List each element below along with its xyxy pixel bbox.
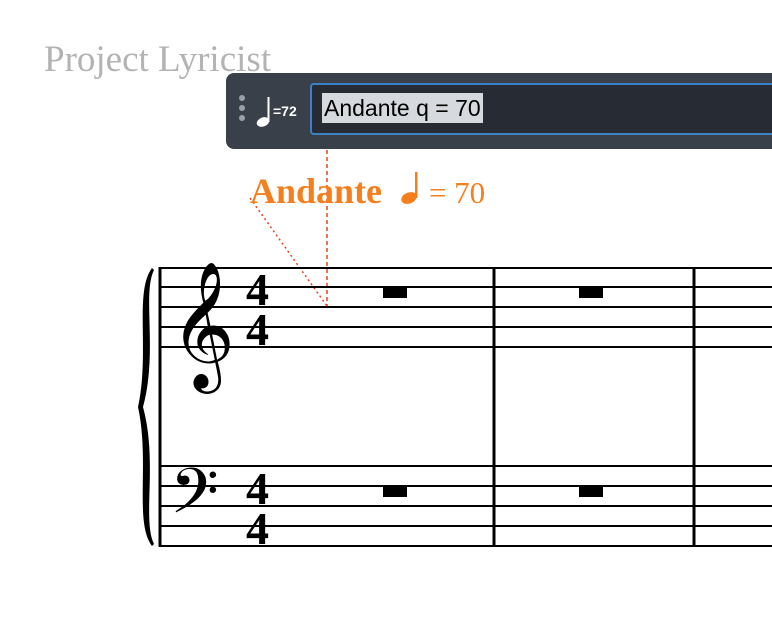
treble-clef: 𝄞 — [170, 260, 235, 394]
treble-time-signature[interactable]: 4 4 — [246, 264, 269, 355]
svg-text:4: 4 — [246, 503, 269, 554]
bass-time-signature[interactable]: 4 4 — [246, 463, 269, 554]
bar-rest[interactable] — [383, 288, 407, 298]
drag-handle-icon[interactable] — [239, 95, 245, 121]
metronome-mark-icon: =72 — [255, 93, 301, 129]
tempo-marking[interactable]: Andante = 70 — [250, 170, 485, 212]
bar-rest[interactable] — [579, 288, 603, 298]
quarter-note-icon — [401, 172, 418, 204]
bar-rest[interactable] — [579, 487, 603, 497]
tempo-popover[interactable]: =72 Andante q = 70 — [226, 73, 772, 149]
tempo-equals-value: = 70 — [428, 175, 486, 210]
brace — [138, 268, 154, 546]
tempo-popover-input-value[interactable]: Andante q = 70 — [322, 93, 483, 123]
tempo-popover-input[interactable]: Andante q = 70 — [310, 83, 772, 135]
bass-clef: 𝄢 — [170, 454, 219, 543]
tempo-word: Andante — [250, 171, 383, 211]
bar-rest[interactable] — [383, 487, 407, 497]
svg-text:4: 4 — [246, 304, 269, 355]
metronome-mark-label: =72 — [273, 103, 297, 119]
